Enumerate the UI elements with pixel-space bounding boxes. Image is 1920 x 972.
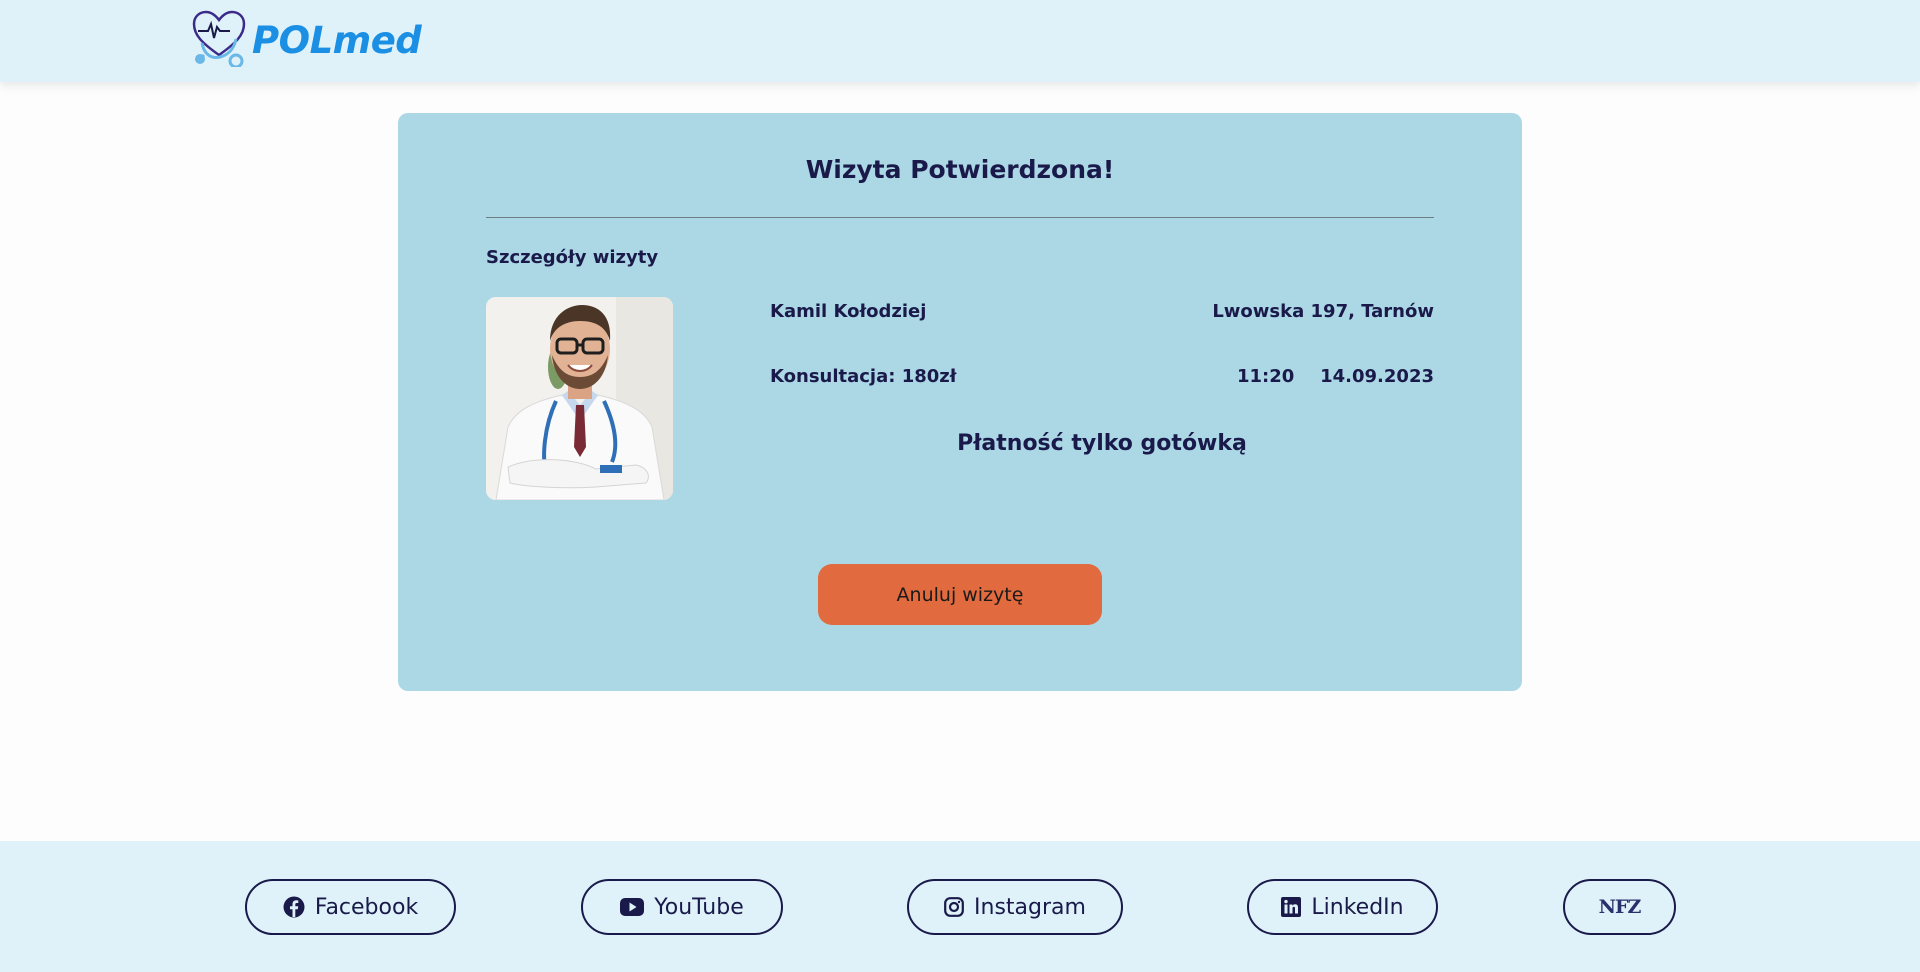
heart-stethoscope-icon	[190, 9, 248, 71]
confirmation-card: Wizyta Potwierdzona! Szczegóły wizyty Ka…	[398, 113, 1522, 691]
cancel-appointment-button[interactable]: Anuluj wizytę	[818, 564, 1102, 625]
nfz-logo: NFZ	[1598, 896, 1642, 918]
consultation-price: Konsultacja: 180zł	[770, 366, 957, 387]
doctor-photo	[486, 297, 673, 500]
facebook-label: Facebook	[314, 894, 419, 920]
site-footer: Facebook YouTube Instagram LinkedIn NFZ	[0, 841, 1920, 972]
nfz-link[interactable]: NFZ	[1563, 879, 1676, 935]
section-label: Szczegóły wizyty	[486, 247, 659, 268]
linkedin-link[interactable]: LinkedIn	[1247, 879, 1438, 935]
instagram-link[interactable]: Instagram	[907, 879, 1123, 935]
doctor-name: Kamil Kołodziej	[770, 301, 927, 322]
linkedin-label: LinkedIn	[1311, 894, 1404, 920]
logo[interactable]: POLmed	[190, 9, 422, 71]
linkedin-icon	[1281, 897, 1302, 917]
instagram-icon	[944, 897, 964, 917]
facebook-link[interactable]: Facebook	[245, 879, 456, 935]
youtube-icon	[620, 898, 645, 916]
logo-text: POLmed	[252, 18, 422, 62]
youtube-link[interactable]: YouTube	[581, 879, 783, 935]
payment-note: Płatność tylko gotówką	[957, 431, 1247, 456]
instagram-label: Instagram	[974, 894, 1086, 920]
facebook-icon	[283, 896, 305, 918]
clinic-address: Lwowska 197, Tarnów	[1212, 301, 1434, 322]
appointment-date: 14.09.2023	[1320, 366, 1434, 387]
divider	[486, 217, 1434, 218]
site-header: POLmed	[0, 0, 1920, 82]
appointment-time: 11:20	[1237, 366, 1295, 387]
page-title: Wizyta Potwierdzona!	[805, 155, 1115, 184]
youtube-label: YouTube	[654, 894, 744, 920]
